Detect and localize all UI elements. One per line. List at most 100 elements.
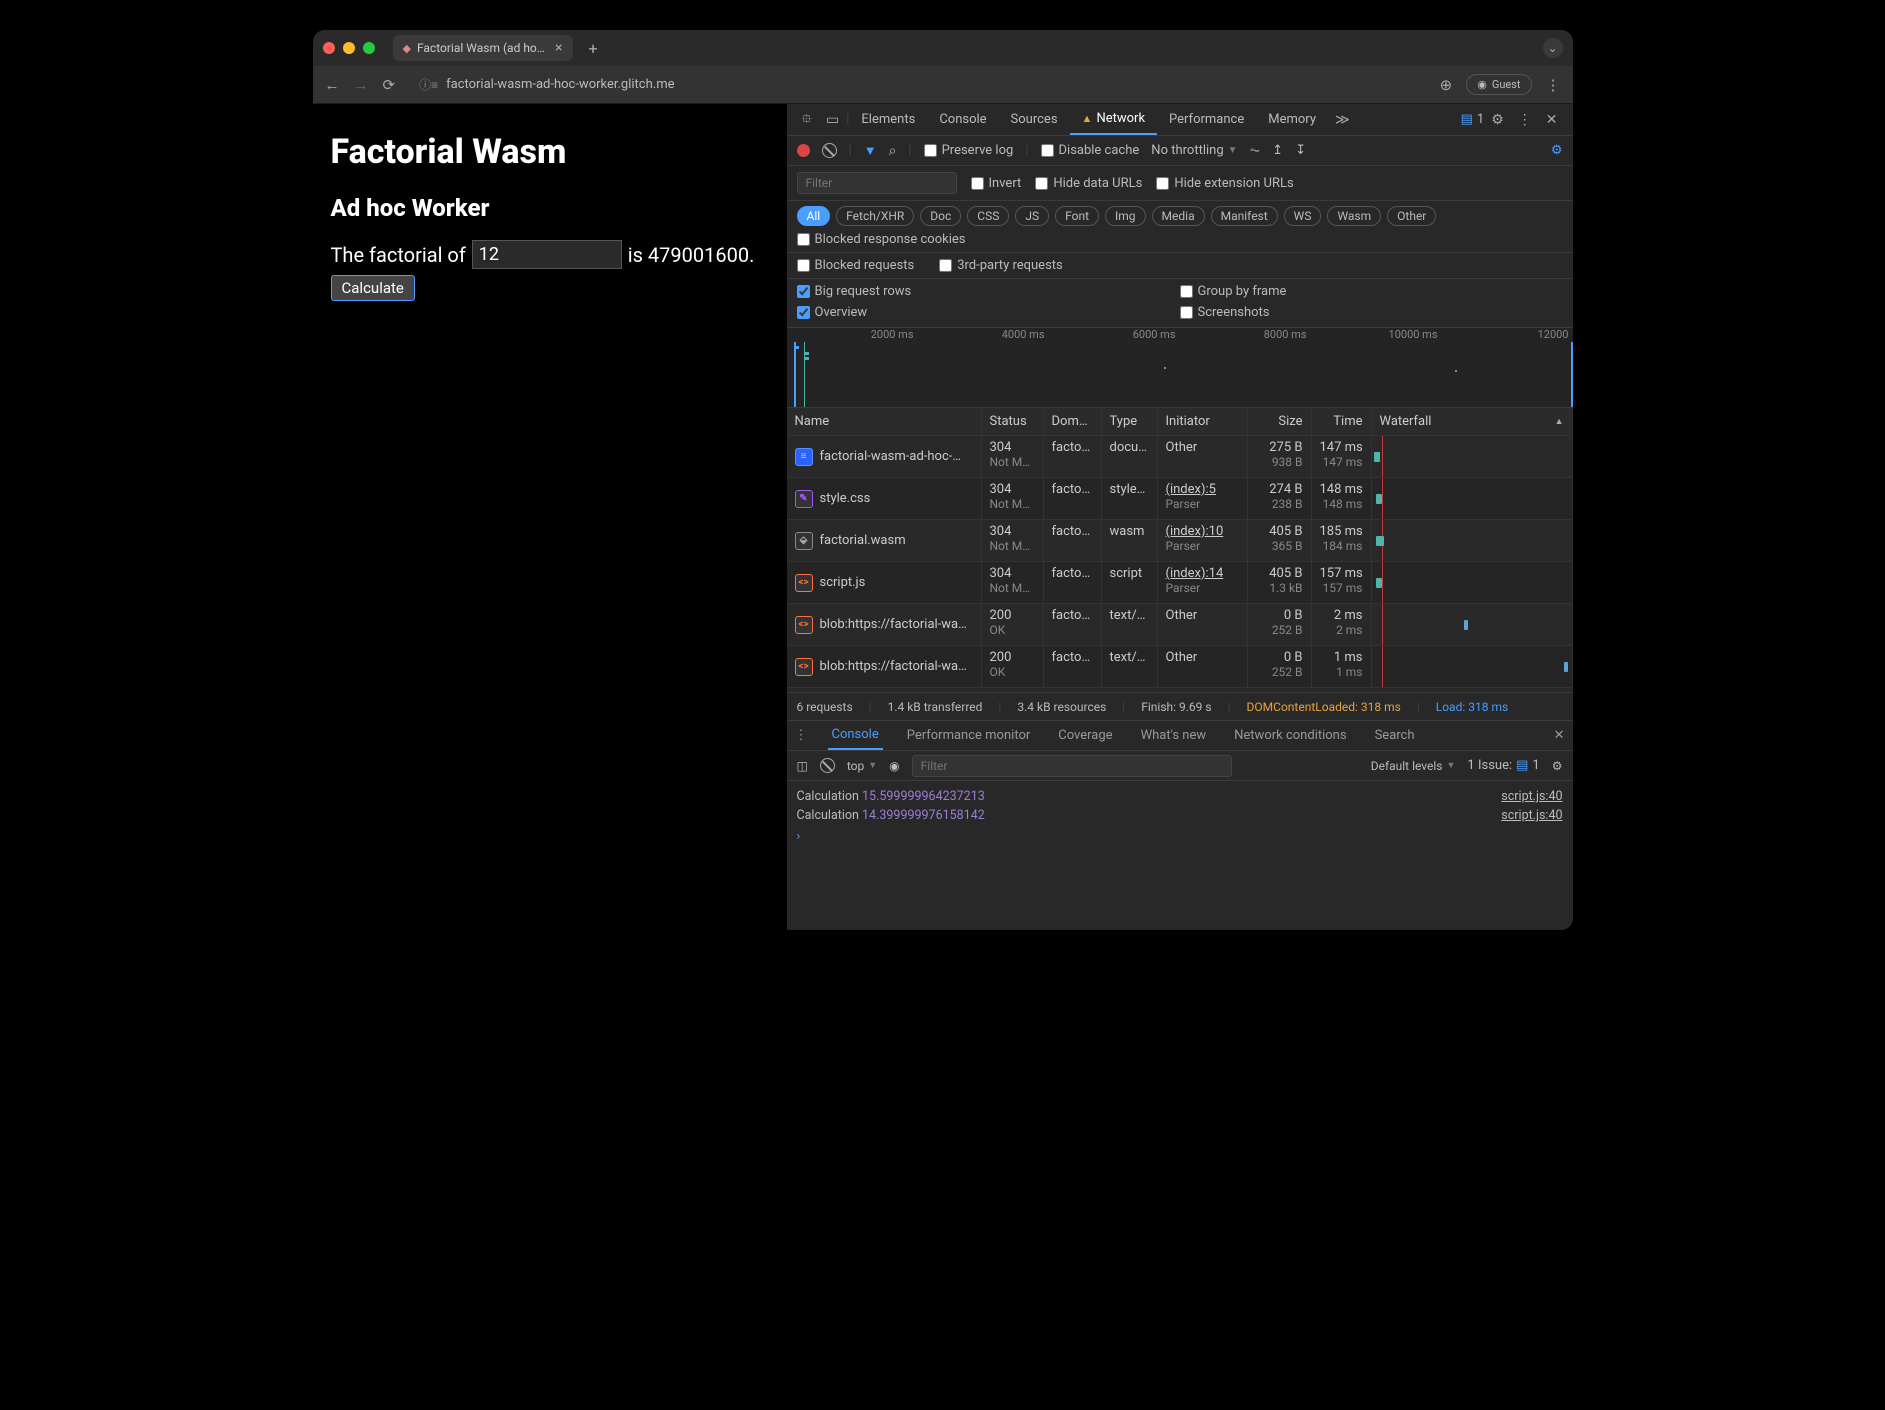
preserve-log-checkbox[interactable]: Preserve log xyxy=(924,143,1014,158)
type-pill-font[interactable]: Font xyxy=(1055,206,1099,226)
drawer-issues-button[interactable]: 1 Issue: ▤ 1 xyxy=(1467,758,1539,773)
col-waterfall[interactable]: Waterfall▲ xyxy=(1372,410,1573,433)
type-pill-js[interactable]: JS xyxy=(1015,206,1049,226)
type-pill-css[interactable]: CSS xyxy=(967,206,1009,226)
blocked-requests-checkbox[interactable]: Blocked requests xyxy=(797,258,915,273)
minimize-window-button[interactable] xyxy=(343,42,355,54)
filter-toggle-icon[interactable]: ▼ xyxy=(864,143,877,159)
type-pill-fetchxhr[interactable]: Fetch/XHR xyxy=(836,206,914,226)
upload-icon[interactable]: ↥ xyxy=(1272,143,1283,158)
request-row[interactable]: <>blob:https://factorial-wa…200OKfactori… xyxy=(787,604,1573,646)
browser-tab[interactable]: ◆ Factorial Wasm (ad hoc Work × xyxy=(393,35,573,61)
initiator[interactable]: (index):14 xyxy=(1166,566,1239,581)
calculate-button[interactable]: Calculate xyxy=(331,275,415,301)
drawer-tab-what-s-new[interactable]: What's new xyxy=(1137,721,1211,750)
wifi-icon[interactable]: ⏦ xyxy=(1250,143,1261,158)
network-settings-icon[interactable]: ⚙ xyxy=(1551,143,1563,158)
close-devtools-icon[interactable]: ✕ xyxy=(1539,112,1565,128)
site-info-icon[interactable]: ⓘ≡ xyxy=(419,76,438,93)
back-icon[interactable]: ← xyxy=(325,76,340,94)
hide-extension-urls-checkbox[interactable]: Hide extension URLs xyxy=(1156,176,1293,191)
col-domain[interactable]: Domain xyxy=(1044,410,1102,433)
panel-tab-performance[interactable]: Performance xyxy=(1157,104,1256,135)
device-toggle-icon[interactable]: ▭ xyxy=(819,112,846,128)
context-select[interactable]: top▼ xyxy=(847,759,877,773)
issues-button[interactable]: ▤ 1 xyxy=(1461,112,1485,127)
log-source-link[interactable]: script.js:40 xyxy=(1501,789,1562,804)
log-source-link[interactable]: script.js:40 xyxy=(1501,808,1562,823)
new-tab-button[interactable]: + xyxy=(581,39,606,58)
invert-checkbox[interactable]: Invert xyxy=(971,176,1022,191)
drawer-tab-console[interactable]: Console xyxy=(828,721,883,750)
big-rows-checkbox[interactable]: Big request rows xyxy=(797,284,1180,299)
type-pill-ws[interactable]: WS xyxy=(1284,206,1322,226)
col-status[interactable]: Status xyxy=(982,410,1044,433)
panel-tab-network[interactable]: ▲Network xyxy=(1070,104,1158,135)
panel-tab-sources[interactable]: Sources xyxy=(999,104,1070,135)
record-button[interactable] xyxy=(797,144,810,157)
search-icon[interactable]: ⌕ xyxy=(889,143,897,159)
blocked-cookies-checkbox[interactable]: Blocked response cookies xyxy=(797,232,966,247)
drawer-tab-search[interactable]: Search xyxy=(1371,721,1419,750)
console-prompt[interactable]: › xyxy=(797,825,1563,848)
request-row[interactable]: <>blob:https://factorial-wa…200OKfactori… xyxy=(787,646,1573,688)
screenshots-checkbox[interactable]: Screenshots xyxy=(1180,305,1563,320)
col-size[interactable]: Size xyxy=(1248,410,1312,433)
type-pill-img[interactable]: Img xyxy=(1105,206,1146,226)
initiator[interactable]: (index):5 xyxy=(1166,482,1239,497)
console-settings-icon[interactable]: ⚙ xyxy=(1552,759,1563,773)
maximize-window-button[interactable] xyxy=(363,42,375,54)
overview-checkbox[interactable]: Overview xyxy=(797,305,1180,320)
hide-data-urls-checkbox[interactable]: Hide data URLs xyxy=(1035,176,1142,191)
panel-tab-memory[interactable]: Memory xyxy=(1256,104,1328,135)
request-row[interactable]: ⬙factorial.wasm304Not M…factori…wasm(ind… xyxy=(787,520,1573,562)
console-filter-input[interactable] xyxy=(912,755,1232,777)
col-time[interactable]: Time xyxy=(1312,410,1372,433)
request-row[interactable]: ✎style.css304Not M…factori…styles…(index… xyxy=(787,478,1573,520)
inspect-icon[interactable]: ⯐ xyxy=(795,108,820,132)
close-drawer-icon[interactable]: ✕ xyxy=(1554,728,1565,743)
third-party-checkbox[interactable]: 3rd-party requests xyxy=(939,258,1063,273)
drawer-tab-network-conditions[interactable]: Network conditions xyxy=(1230,721,1350,750)
col-type[interactable]: Type xyxy=(1102,410,1158,433)
address-bar[interactable]: ⓘ≡ factorial-wasm-ad-hoc-worker.glitch.m… xyxy=(409,76,1426,93)
type-pill-manifest[interactable]: Manifest xyxy=(1211,206,1278,226)
type-pill-media[interactable]: Media xyxy=(1152,206,1205,226)
panel-tab-console[interactable]: Console xyxy=(927,104,998,135)
browser-menu-icon[interactable]: ⋮ xyxy=(1546,76,1561,94)
group-frame-checkbox[interactable]: Group by frame xyxy=(1180,284,1563,299)
type-pill-other[interactable]: Other xyxy=(1387,206,1436,226)
download-icon[interactable]: ↧ xyxy=(1295,143,1306,158)
request-row[interactable]: ≡factorial-wasm-ad-hoc-…304Not M…factori… xyxy=(787,436,1573,478)
type-pill-all[interactable]: All xyxy=(797,206,831,226)
clear-console-button[interactable] xyxy=(820,758,835,773)
throttling-select[interactable]: No throttling ▼ xyxy=(1151,143,1237,158)
log-levels-select[interactable]: Default levels▼ xyxy=(1371,759,1456,773)
close-tab-icon[interactable]: × xyxy=(555,40,562,56)
tab-list-icon[interactable]: ⌄ xyxy=(1543,38,1563,58)
panel-tab-elements[interactable]: Elements xyxy=(849,104,927,135)
devtools-menu-icon[interactable]: ⋮ xyxy=(1511,112,1539,128)
drawer-tab-performance-monitor[interactable]: Performance monitor xyxy=(903,721,1035,750)
initiator[interactable]: (index):10 xyxy=(1166,524,1239,539)
clear-button[interactable] xyxy=(822,143,837,158)
profile-guest-button[interactable]: ◉ Guest xyxy=(1466,74,1531,95)
reload-icon[interactable]: ⟳ xyxy=(383,76,396,94)
request-row[interactable]: <>script.js304Not M…factori…script(index… xyxy=(787,562,1573,604)
factorial-input[interactable] xyxy=(472,240,622,269)
eye-icon[interactable]: ◉ xyxy=(889,759,899,773)
sidebar-toggle-icon[interactable]: ◫ xyxy=(797,759,808,773)
type-pill-doc[interactable]: Doc xyxy=(920,206,961,226)
zoom-icon[interactable]: ⊕ xyxy=(1440,76,1453,94)
drawer-tab-coverage[interactable]: Coverage xyxy=(1054,721,1116,750)
col-name[interactable]: Name xyxy=(787,410,982,433)
type-pill-wasm[interactable]: Wasm xyxy=(1327,206,1381,226)
col-initiator[interactable]: Initiator xyxy=(1158,410,1248,433)
gear-icon[interactable]: ⚙ xyxy=(1484,112,1511,128)
drawer-menu-icon[interactable]: ⋮ xyxy=(795,728,808,743)
filter-input[interactable] xyxy=(797,172,957,194)
disable-cache-checkbox[interactable]: Disable cache xyxy=(1041,143,1140,158)
more-panels-icon[interactable]: ≫ xyxy=(1328,112,1357,128)
timeline-overview[interactable]: 2000 ms4000 ms6000 ms8000 ms10000 ms1200… xyxy=(787,328,1573,408)
close-window-button[interactable] xyxy=(323,42,335,54)
